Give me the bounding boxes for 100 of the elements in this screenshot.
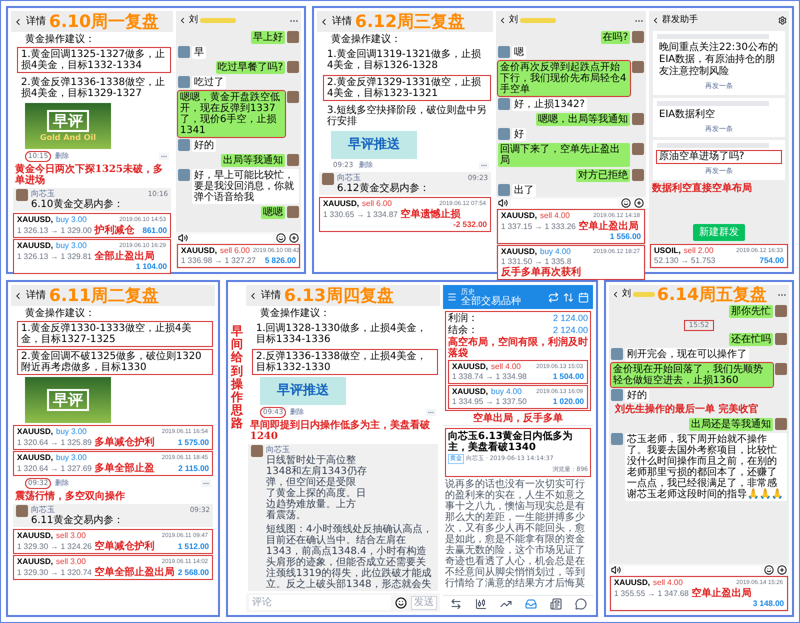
more-icon[interactable] bbox=[159, 153, 169, 160]
trade-prices: 1 320.64 → 1 327.69 bbox=[17, 464, 92, 474]
comment-input[interactable]: 评论 bbox=[249, 595, 391, 610]
trade-profit: 1 504.00 bbox=[552, 372, 584, 382]
header-subtitle: 全部交易品种 bbox=[461, 297, 521, 307]
back-icon[interactable] bbox=[611, 290, 620, 299]
comment-text: 6.10黄金交易内参： bbox=[31, 199, 124, 210]
summary-label: 结余： bbox=[448, 325, 478, 336]
avatar-silhouette bbox=[775, 333, 787, 345]
transfer-icon[interactable] bbox=[450, 598, 462, 610]
suggestion-text: 2.黄金反弹1336-1338做空，止损4美金，目标1329-1327 bbox=[20, 76, 166, 101]
chat-bubble: 嗯嗯，出局等我通知 bbox=[536, 113, 630, 126]
message-input[interactable] bbox=[624, 566, 761, 574]
trade-symbol: XAUUSD, bbox=[17, 453, 54, 463]
panel-title: 6.13周四复盘 bbox=[284, 286, 394, 306]
trade-profit: 1 104.00 bbox=[136, 262, 167, 272]
banner-subtitle: Gold And Oil bbox=[40, 133, 96, 142]
suggestion-text: 1.回调1328-1330做多，止损4美金，目标1334-1336 bbox=[255, 322, 428, 347]
trade-prices: 1 329.30 → 1 324.26 bbox=[17, 542, 92, 552]
trade-symbol: XAUUSD, bbox=[181, 246, 218, 256]
avatar-placeholder bbox=[611, 433, 623, 445]
settings-icon[interactable] bbox=[778, 16, 787, 25]
avatar-silhouette bbox=[287, 154, 299, 166]
back-icon[interactable] bbox=[651, 16, 660, 25]
trade-symbol: XAUUSD, bbox=[17, 531, 54, 541]
chat-bubble: 出局等我通知 bbox=[221, 154, 285, 167]
calendar-icon[interactable] bbox=[578, 292, 589, 302]
trade-order: sell 3.00 bbox=[56, 531, 86, 541]
trade-profit: 1 020.00 bbox=[552, 397, 584, 407]
contact-name: 刘 bbox=[189, 14, 198, 27]
trade-symbol: XAUUSD, bbox=[17, 215, 54, 225]
trade-prices: 1 337.15 → 1 333.26 bbox=[501, 222, 576, 232]
trade-order: buy 3.00 bbox=[56, 241, 87, 251]
plus-icon[interactable] bbox=[777, 565, 787, 575]
trade-profit: 2 568.00 bbox=[178, 568, 209, 578]
avatar-silhouette bbox=[322, 173, 334, 185]
candlestick-icon[interactable] bbox=[474, 598, 486, 610]
commenter-name: 向芯玉 bbox=[31, 189, 55, 198]
back-icon[interactable] bbox=[498, 16, 507, 25]
trade-order: buy 4.00 bbox=[491, 387, 522, 397]
plus-icon[interactable] bbox=[634, 198, 644, 208]
voice-icon[interactable] bbox=[178, 233, 188, 243]
commenter-name: 向芯玉 bbox=[266, 445, 290, 454]
avatar-silhouette bbox=[287, 31, 299, 43]
annotation-text: 空单止盈出局 bbox=[692, 588, 752, 599]
chat-bubble: 那你先忙 bbox=[729, 305, 773, 318]
emoji-icon[interactable] bbox=[395, 596, 407, 608]
message-input[interactable] bbox=[191, 234, 273, 242]
more-icon[interactable] bbox=[426, 409, 436, 416]
avatar-placeholder bbox=[498, 98, 510, 110]
line-chart-icon[interactable] bbox=[500, 598, 512, 610]
article-title: 向芯玉6.13黄金日内低多为主，美盘看破1340 bbox=[448, 431, 574, 453]
emoji-icon[interactable] bbox=[764, 565, 774, 575]
trade-prices: 1 330.65 → 1 334.87 bbox=[323, 210, 398, 220]
trade-profit: 2 115.00 bbox=[178, 464, 209, 474]
header-title: 详情 bbox=[26, 14, 46, 29]
annotation-text: 早间给到操作思路 bbox=[231, 325, 243, 432]
voice-icon[interactable] bbox=[498, 198, 508, 208]
redaction-scribble bbox=[633, 292, 655, 297]
menu-icon[interactable] bbox=[447, 292, 457, 302]
avatar-silhouette bbox=[775, 418, 787, 430]
more-icon[interactable] bbox=[479, 162, 489, 169]
chat-bubble: 好，早上可能比较忙，要是我没回消息，你就弹个语音给我 bbox=[192, 169, 299, 204]
trade-prices: 1 331.50 → 1 335.8 bbox=[501, 257, 572, 266]
inbox-icon[interactable] bbox=[524, 598, 536, 610]
trade-profit: 1 556.00 bbox=[610, 232, 641, 242]
exchange-icon[interactable] bbox=[548, 292, 559, 302]
trade-symbol: XAUUSD, bbox=[452, 362, 488, 372]
annotation-text: 反手多单再次获利 bbox=[501, 267, 581, 278]
emoji-icon[interactable] bbox=[621, 198, 631, 208]
suggestion-text: 2.黄金反弹1329-1331做空，止损4美金，目标1323-1321 bbox=[323, 75, 491, 101]
avatar-placeholder bbox=[178, 139, 190, 151]
annotation-text: 空单遗憾止损 bbox=[400, 209, 461, 220]
back-icon[interactable] bbox=[178, 16, 187, 25]
trade-order: sell 6.00 bbox=[220, 246, 250, 256]
plus-icon[interactable] bbox=[289, 233, 299, 243]
message-input[interactable] bbox=[511, 198, 618, 208]
avatar-silhouette bbox=[632, 31, 644, 43]
chat-bubble: 回调下来了，空单先止盈出局 bbox=[498, 143, 630, 167]
annotation-text: 全部止盈出局 bbox=[94, 251, 155, 262]
summary-label: 利润： bbox=[448, 313, 478, 324]
comment-text: 弹，但空间还是受限 bbox=[266, 477, 357, 488]
trade-profit: 1 575.00 bbox=[178, 438, 209, 448]
annotation-text: 数据利空直接空单布局 bbox=[650, 182, 753, 194]
emoji-icon[interactable] bbox=[276, 233, 286, 243]
chat-bubble: 好的 bbox=[625, 389, 649, 402]
chat-bubble: 早上好 bbox=[251, 31, 285, 44]
annotation-text: 空单全部止盈出局 bbox=[94, 567, 175, 578]
news-icon[interactable] bbox=[550, 598, 562, 610]
more-icon[interactable] bbox=[201, 480, 211, 487]
chat-icon[interactable] bbox=[574, 598, 586, 610]
comment-text: 看震荡。 bbox=[266, 510, 307, 521]
sort-icon[interactable] bbox=[563, 292, 574, 302]
trade-symbol: XAUUSD, bbox=[17, 557, 54, 567]
comment-text: 1348和左肩1343仍存 bbox=[266, 466, 368, 477]
comment-paragraph: 短线图：4小时颈线处反抽确认高点，目前还在确认当中。结合左肩在1343，前高点1348.4，小时有构造头肩形的迹象，但能否成立还需要关注颈线1319的得失，此位跌破才能成立。反之上破头部1348，形态就会失 bbox=[266, 524, 434, 590]
annotation-text: 早间即提到日内操作低多为主，美盘看破1240 bbox=[249, 420, 431, 442]
broadcast-text: 原油空单进场了吗? bbox=[657, 151, 781, 163]
voice-icon[interactable] bbox=[611, 565, 621, 575]
comment-text: 日线暂时处于高位整 bbox=[266, 455, 357, 466]
